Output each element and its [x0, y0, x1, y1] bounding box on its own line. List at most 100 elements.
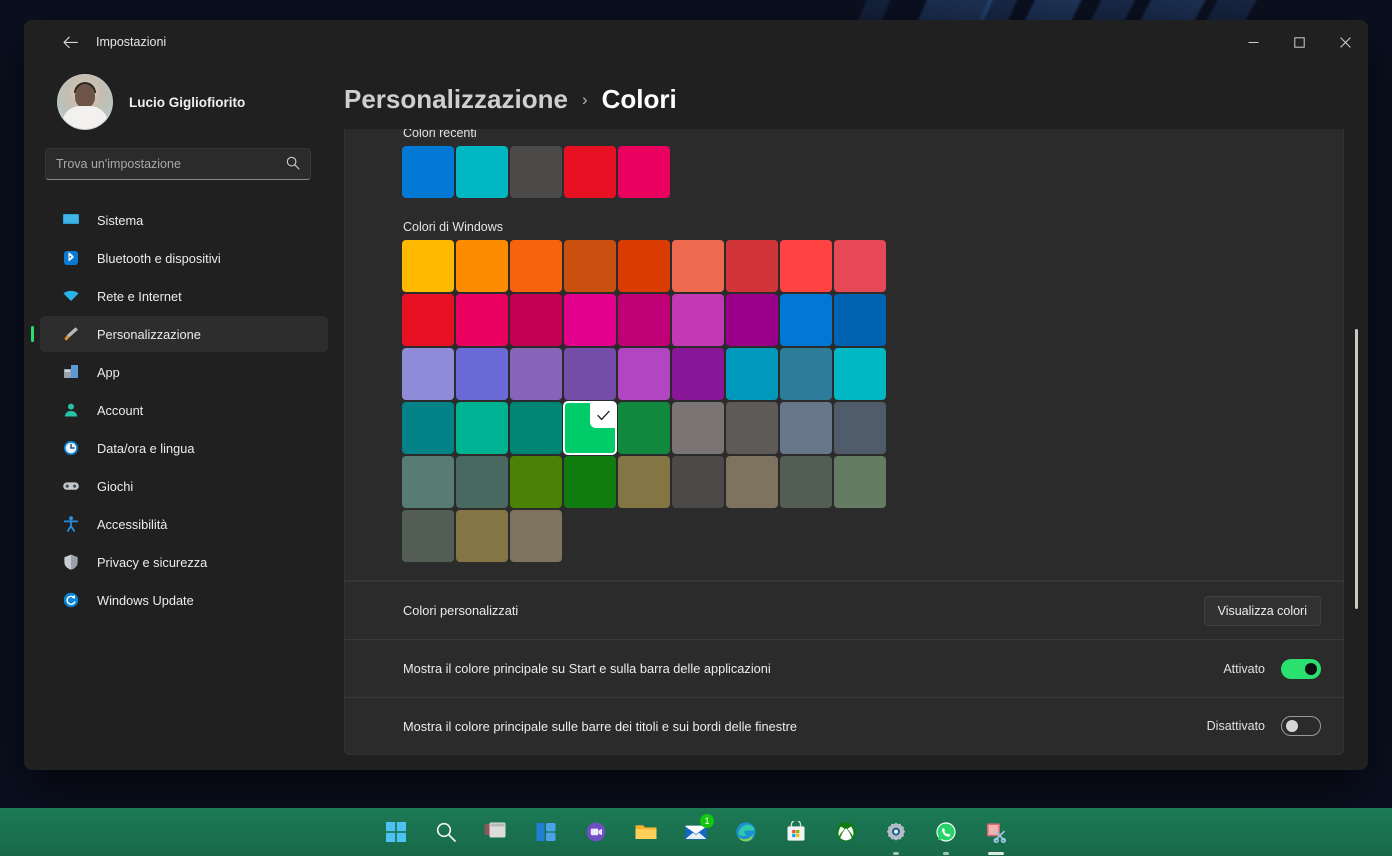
- taskbar-search-icon[interactable]: [426, 812, 466, 852]
- windows-color-swatch[interactable]: [726, 348, 778, 400]
- windows-color-swatch[interactable]: [780, 456, 832, 508]
- windows-color-swatch[interactable]: [780, 294, 832, 346]
- minimize-button[interactable]: [1230, 20, 1276, 64]
- windows-color-swatch[interactable]: [510, 240, 562, 292]
- windows-color-swatch[interactable]: [564, 240, 616, 292]
- windows-color-swatch[interactable]: [834, 348, 886, 400]
- windows-color-swatch[interactable]: [672, 456, 724, 508]
- windows-color-swatch[interactable]: [780, 402, 832, 454]
- windows-color-swatch[interactable]: [834, 402, 886, 454]
- windows-color-swatch[interactable]: [402, 240, 454, 292]
- recent-color-swatch[interactable]: [456, 146, 508, 198]
- taskbar-xbox-icon[interactable]: [826, 812, 866, 852]
- view-colors-button[interactable]: Visualizza colori: [1203, 595, 1321, 626]
- sidebar-item-rete-e-internet[interactable]: Rete e Internet: [40, 278, 328, 314]
- windows-color-swatch[interactable]: [510, 402, 562, 454]
- recent-color-swatch[interactable]: [564, 146, 616, 198]
- back-button[interactable]: [52, 26, 88, 58]
- windows-color-swatch[interactable]: [456, 402, 508, 454]
- setting-control-group: Visualizza colori: [1203, 595, 1321, 626]
- taskbar-widgets-icon[interactable]: [526, 812, 566, 852]
- windows-color-swatch[interactable]: [564, 456, 616, 508]
- windows-color-swatch[interactable]: [564, 348, 616, 400]
- taskbar-settings-icon[interactable]: [876, 812, 916, 852]
- windows-color-swatch[interactable]: [726, 456, 778, 508]
- page-title: Colori: [601, 84, 677, 114]
- windows-color-swatch[interactable]: [672, 294, 724, 346]
- windows-color-swatch[interactable]: [780, 348, 832, 400]
- sidebar-item-bluetooth-e-dispositivi[interactable]: Bluetooth e dispositivi: [40, 240, 328, 276]
- windows-color-swatch[interactable]: [834, 456, 886, 508]
- recent-color-swatch[interactable]: [402, 146, 454, 198]
- taskbar-chat-teams-icon[interactable]: [576, 812, 616, 852]
- toggle-switch[interactable]: [1281, 658, 1321, 679]
- windows-color-swatch[interactable]: [456, 348, 508, 400]
- taskbar-task-view-icon[interactable]: [476, 812, 516, 852]
- windows-color-swatch[interactable]: [672, 348, 724, 400]
- windows-color-swatch-selected[interactable]: [563, 401, 617, 455]
- setting-row: Colori personalizzati Visualizza colori: [344, 581, 1344, 639]
- sidebar-item-sistema[interactable]: Sistema: [40, 202, 328, 238]
- windows-color-swatch[interactable]: [510, 510, 562, 562]
- taskbar-start-icon[interactable]: [376, 812, 416, 852]
- windows-color-swatch[interactable]: [780, 240, 832, 292]
- windows-color-swatch[interactable]: [510, 294, 562, 346]
- taskbar-file-explorer-icon[interactable]: [626, 812, 666, 852]
- windows-color-swatch[interactable]: [726, 294, 778, 346]
- sidebar-item-label: Sistema: [97, 212, 144, 228]
- windows-color-swatch[interactable]: [456, 456, 508, 508]
- windows-color-swatch[interactable]: [726, 240, 778, 292]
- sidebar-item-personalizzazione[interactable]: Personalizzazione: [40, 316, 328, 352]
- user-profile[interactable]: Lucio Gigliofiorito: [40, 64, 328, 148]
- windows-color-swatch[interactable]: [510, 456, 562, 508]
- sidebar-item-account[interactable]: Account: [40, 392, 328, 428]
- windows-color-swatch[interactable]: [402, 402, 454, 454]
- windows-color-swatch[interactable]: [618, 294, 670, 346]
- toggle-knob: [1305, 662, 1317, 675]
- search-input[interactable]: [46, 157, 286, 171]
- scrollbar-thumb[interactable]: [1355, 329, 1358, 609]
- update-icon: [61, 590, 81, 610]
- windows-colors-label: Colori di Windows: [403, 220, 504, 234]
- windows-color-swatch[interactable]: [456, 294, 508, 346]
- windows-color-swatch[interactable]: [564, 294, 616, 346]
- sidebar-item-accessibilit[interactable]: Accessibilità: [40, 506, 328, 542]
- taskbar-snipping-tool-icon[interactable]: [976, 812, 1016, 852]
- taskbar-mail-icon[interactable]: 1: [676, 812, 716, 852]
- windows-color-swatch[interactable]: [618, 240, 670, 292]
- maximize-button[interactable]: [1276, 20, 1322, 64]
- search-icon: [286, 156, 300, 173]
- windows-color-swatch[interactable]: [402, 294, 454, 346]
- windows-color-swatch[interactable]: [834, 294, 886, 346]
- windows-color-swatch[interactable]: [402, 510, 454, 562]
- taskbar-edge-icon[interactable]: [726, 812, 766, 852]
- sidebar-item-data-ora-e-lingua[interactable]: Data/ora e lingua: [40, 430, 328, 466]
- breadcrumb-parent[interactable]: Personalizzazione: [344, 84, 568, 115]
- toggle-switch[interactable]: [1281, 716, 1321, 736]
- windows-color-swatch[interactable]: [402, 456, 454, 508]
- recent-color-swatch[interactable]: [618, 146, 670, 198]
- sidebar-item-windows-update[interactable]: Windows Update: [40, 582, 328, 618]
- windows-color-swatch[interactable]: [672, 402, 724, 454]
- monitor-icon: [61, 210, 81, 230]
- windows-color-swatch[interactable]: [618, 456, 670, 508]
- scrollbar-track[interactable]: [1352, 129, 1362, 770]
- windows-color-swatch[interactable]: [402, 348, 454, 400]
- windows-color-swatch[interactable]: [510, 348, 562, 400]
- windows-color-swatch[interactable]: [456, 240, 508, 292]
- sidebar-item-privacy-e-sicurezza[interactable]: Privacy e sicurezza: [40, 544, 328, 580]
- windows-color-swatch[interactable]: [726, 402, 778, 454]
- windows-color-swatch[interactable]: [618, 348, 670, 400]
- close-button[interactable]: [1322, 20, 1368, 64]
- windows-color-swatch[interactable]: [456, 510, 508, 562]
- sidebar-item-app[interactable]: App: [40, 354, 328, 390]
- windows-color-swatch[interactable]: [834, 240, 886, 292]
- windows-color-swatch[interactable]: [618, 402, 670, 454]
- breadcrumb: Personalizzazione › Colori: [344, 64, 1368, 129]
- taskbar-microsoft-store-icon[interactable]: [776, 812, 816, 852]
- taskbar-whatsapp-icon[interactable]: [926, 812, 966, 852]
- windows-color-swatch[interactable]: [672, 240, 724, 292]
- recent-color-swatch[interactable]: [510, 146, 562, 198]
- sidebar-item-giochi[interactable]: Giochi: [40, 468, 328, 504]
- search-box[interactable]: [45, 148, 311, 180]
